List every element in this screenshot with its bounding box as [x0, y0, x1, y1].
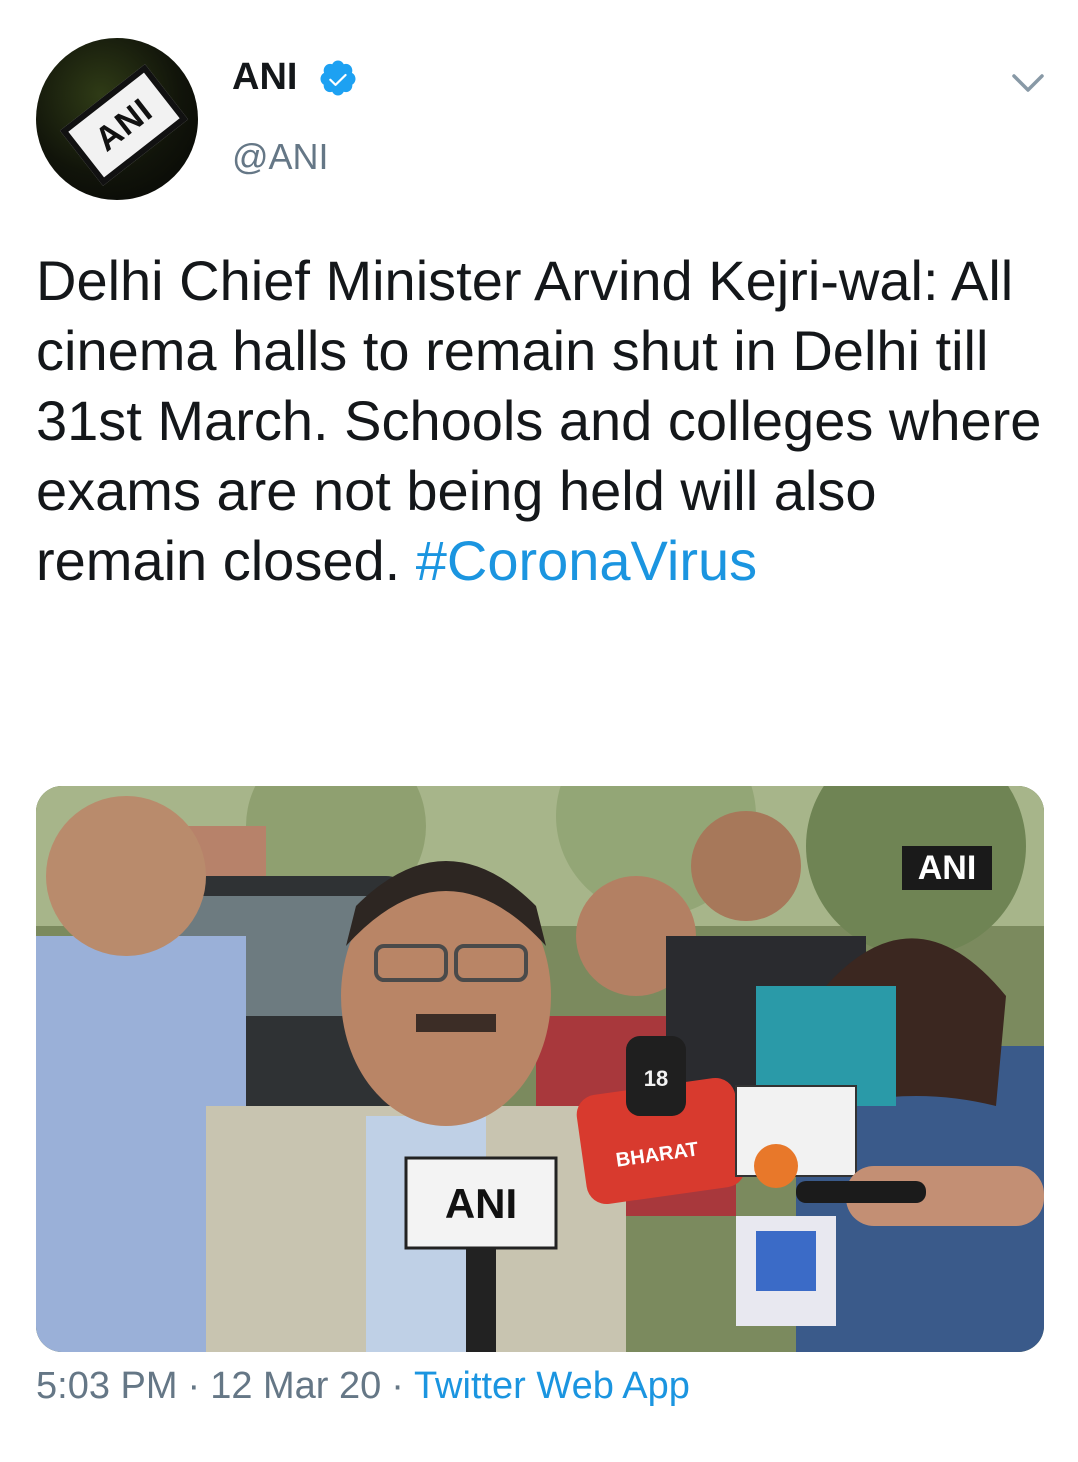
meta-separator: ·: [187, 1364, 201, 1407]
avatar-logo-text: ANI: [87, 90, 160, 159]
hashtag-link[interactable]: #CoronaVirus: [416, 529, 757, 592]
tweet-source-link[interactable]: Twitter Web App: [414, 1365, 690, 1408]
media-watermark: ANI: [902, 846, 992, 890]
mic-label-ani: ANI: [445, 1180, 517, 1227]
meta-separator-2: ·: [391, 1364, 404, 1407]
ani-logo: ANI: [59, 64, 189, 186]
chevron-down-icon[interactable]: [1008, 68, 1048, 98]
press-conference-photo: ANI BHARAT 18: [36, 786, 1044, 1352]
tweet-time[interactable]: 5:03 PM: [36, 1365, 178, 1408]
verified-badge-icon: [320, 60, 356, 96]
tweet-meta: 5:03 PM · 12 Mar 20 · Twitter Web App: [36, 1360, 690, 1412]
tweet-photo[interactable]: ANI BHARAT 18 ANI: [36, 786, 1044, 1352]
tweet-card: ANI ANI @ANI Delhi Chief Minister Arvind…: [0, 0, 1078, 1462]
mic-label-18: 18: [644, 1066, 668, 1091]
tweet-text: Delhi Chief Minister Arvind Kejri-wal: A…: [36, 246, 1046, 596]
display-name[interactable]: ANI: [232, 56, 297, 99]
avatar[interactable]: ANI: [36, 38, 198, 200]
user-handle[interactable]: @ANI: [232, 136, 329, 178]
tweet-date[interactable]: 12 Mar 20: [210, 1365, 381, 1408]
